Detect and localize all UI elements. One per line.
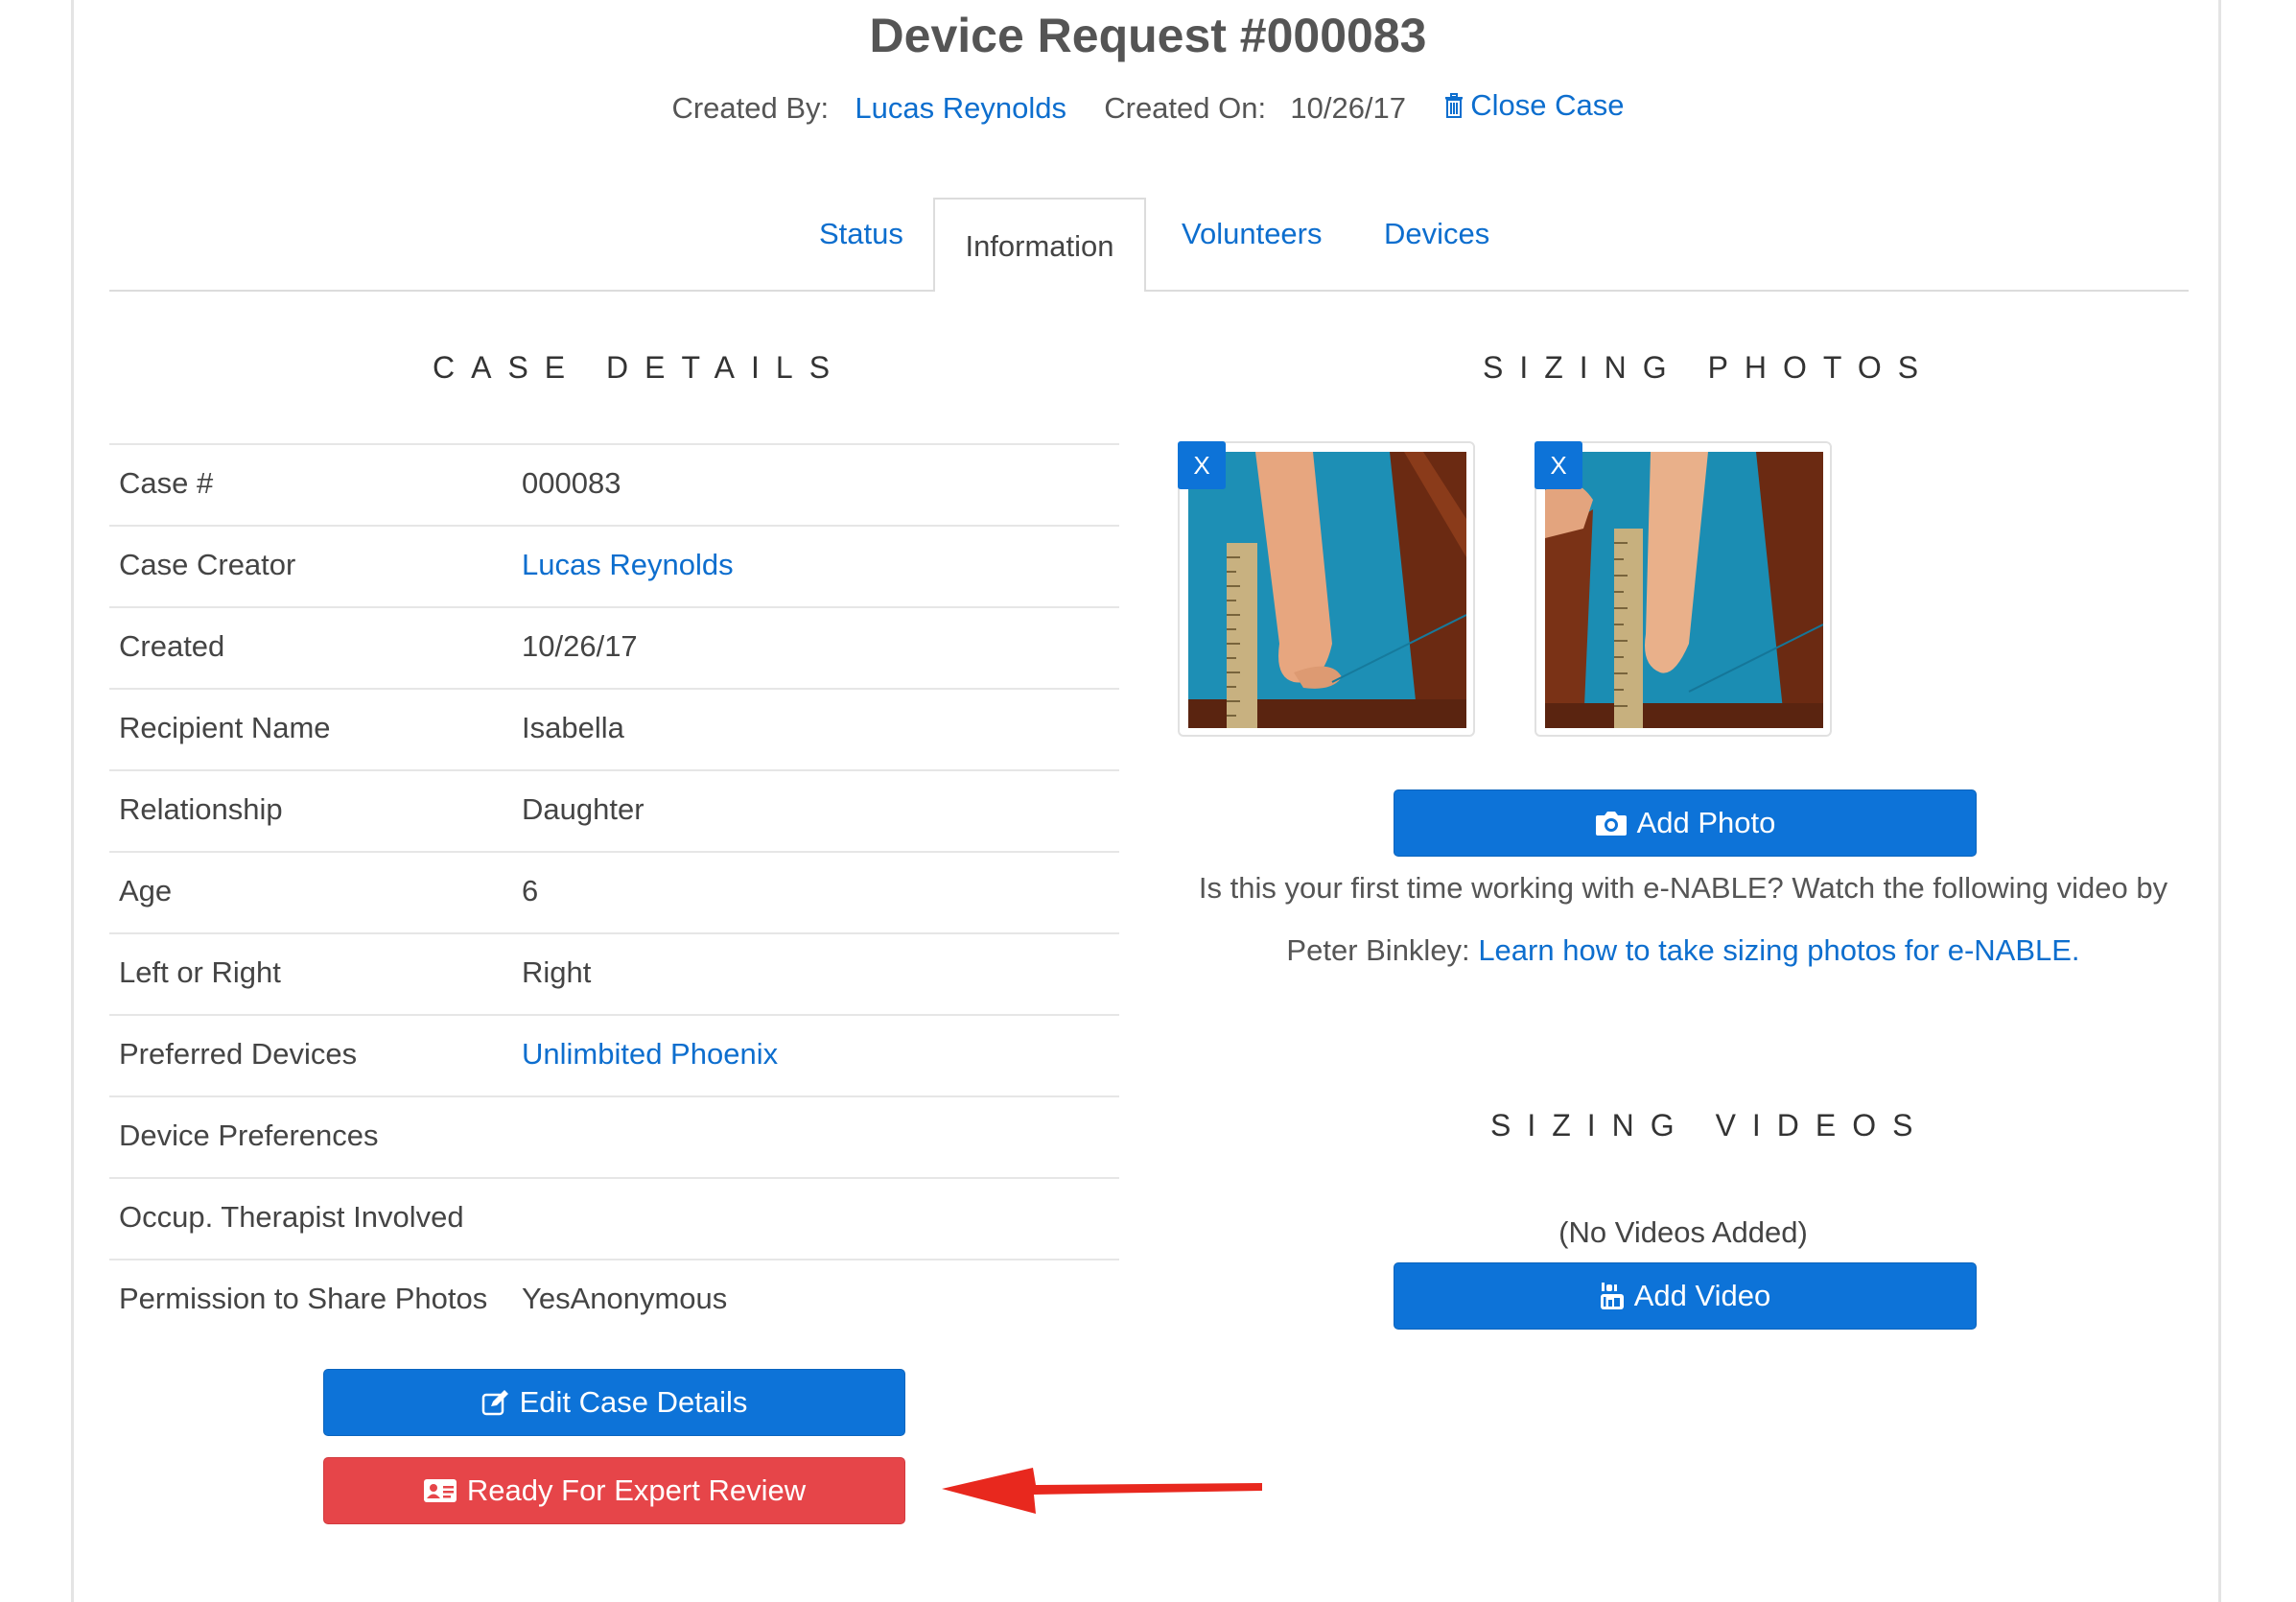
detail-row-case-creator: Case Creator Lucas Reynolds — [109, 525, 1119, 606]
no-videos-text: (No Videos Added) — [1558, 1215, 1808, 1249]
remove-photo-2-button[interactable]: X — [1535, 441, 1582, 489]
detail-row-recipient-name: Recipient Name Isabella — [109, 688, 1119, 769]
preferred-device-link[interactable]: Unlimbited Phoenix — [522, 1037, 778, 1072]
detail-label: Device Preferences — [119, 1119, 379, 1152]
detail-label: Case # — [119, 466, 214, 500]
edit-case-details-button[interactable]: Edit Case Details — [323, 1369, 905, 1436]
created-by-link[interactable]: Lucas Reynolds — [855, 91, 1066, 125]
edit-case-details-label: Edit Case Details — [519, 1385, 748, 1419]
add-photo-button[interactable]: Add Photo — [1394, 789, 1977, 857]
ready-for-expert-review-label: Ready For Expert Review — [466, 1473, 807, 1507]
detail-label: Left or Right — [119, 955, 281, 989]
add-video-label: Add Video — [1633, 1279, 1771, 1312]
camera-icon — [1595, 812, 1627, 836]
detail-label: Created — [119, 629, 225, 663]
tab-status[interactable]: Status — [819, 217, 903, 251]
detail-value: Daughter — [522, 792, 644, 826]
sizing-help-line-2: Peter Binkley: Learn how to take sizing … — [1141, 933, 2225, 968]
detail-value: 000083 — [522, 466, 621, 500]
detail-row-preferred-devices: Preferred Devices Unlimbited Phoenix — [109, 1014, 1119, 1095]
annotation-arrow — [942, 1468, 1262, 1514]
detail-label: Case Creator — [119, 548, 296, 581]
close-case-label: Close Case — [1470, 88, 1625, 122]
created-on-value: 10/26/17 — [1290, 91, 1407, 125]
sizing-videos-heading: SIZING VIDEOS — [1490, 1108, 1930, 1143]
created-on-label: Created On: — [1104, 91, 1267, 125]
detail-row-age: Age 6 — [109, 851, 1119, 932]
sizing-photos-heading: SIZING PHOTOS — [1483, 350, 1935, 385]
sizing-photo-image — [1188, 452, 1466, 728]
sizing-help-line-1: Is this your first time working with e-N… — [1198, 871, 2168, 905]
detail-label: Occup. Therapist Involved — [119, 1200, 464, 1234]
close-case-link[interactable]: Close Case — [1443, 88, 1625, 123]
detail-row-created: Created 10/26/17 — [109, 606, 1119, 688]
add-photo-label: Add Photo — [1636, 806, 1776, 839]
case-meta: Created By: Lucas Reynolds Created On: 1… — [0, 88, 2296, 126]
case-creator-link[interactable]: Lucas Reynolds — [522, 548, 734, 582]
tab-devices[interactable]: Devices — [1384, 217, 1489, 251]
detail-row-device-preferences: Device Preferences — [109, 1095, 1119, 1177]
sizing-video-link[interactable]: Learn how to take sizing photos for e-NA… — [1478, 933, 2079, 967]
detail-row-permission-share-photos: Permission to Share Photos YesAnonymous — [109, 1259, 1119, 1340]
detail-value: YesAnonymous — [522, 1282, 728, 1315]
detail-label: Recipient Name — [119, 711, 331, 744]
id-card-icon — [423, 1479, 457, 1502]
detail-value: Right — [522, 955, 592, 989]
detail-row-left-or-right: Left or Right Right — [109, 932, 1119, 1014]
detail-label: Age — [119, 874, 173, 907]
tab-volunteers[interactable]: Volunteers — [1182, 217, 1323, 251]
detail-label: Permission to Share Photos — [119, 1282, 488, 1315]
edit-icon — [481, 1390, 508, 1416]
sizing-help-prefix: Peter Binkley: — [1286, 933, 1470, 967]
detail-row-case-number: Case # 000083 — [109, 443, 1119, 525]
detail-row-relationship: Relationship Daughter — [109, 769, 1119, 851]
add-video-button[interactable]: Add Video — [1394, 1262, 1977, 1330]
created-by-label: Created By: — [671, 91, 830, 125]
case-details-heading: CASE DETAILS — [433, 350, 847, 385]
tabs-underline — [109, 290, 2189, 292]
detail-label: Relationship — [119, 792, 283, 826]
detail-label: Preferred Devices — [119, 1037, 358, 1071]
sizing-photo-image — [1545, 452, 1823, 728]
detail-row-occupational-therapist: Occup. Therapist Involved — [109, 1177, 1119, 1259]
detail-value: 6 — [522, 874, 539, 907]
remove-photo-1-button[interactable]: X — [1178, 441, 1226, 489]
tab-information[interactable]: Information — [933, 198, 1146, 292]
detail-value: 10/26/17 — [522, 629, 638, 663]
youtube-icon — [1600, 1283, 1624, 1309]
ready-for-expert-review-button[interactable]: Ready For Expert Review — [323, 1457, 905, 1524]
page-title: Device Request #000083 — [869, 9, 1427, 62]
trash-icon — [1445, 93, 1464, 118]
detail-value: Isabella — [522, 711, 624, 744]
